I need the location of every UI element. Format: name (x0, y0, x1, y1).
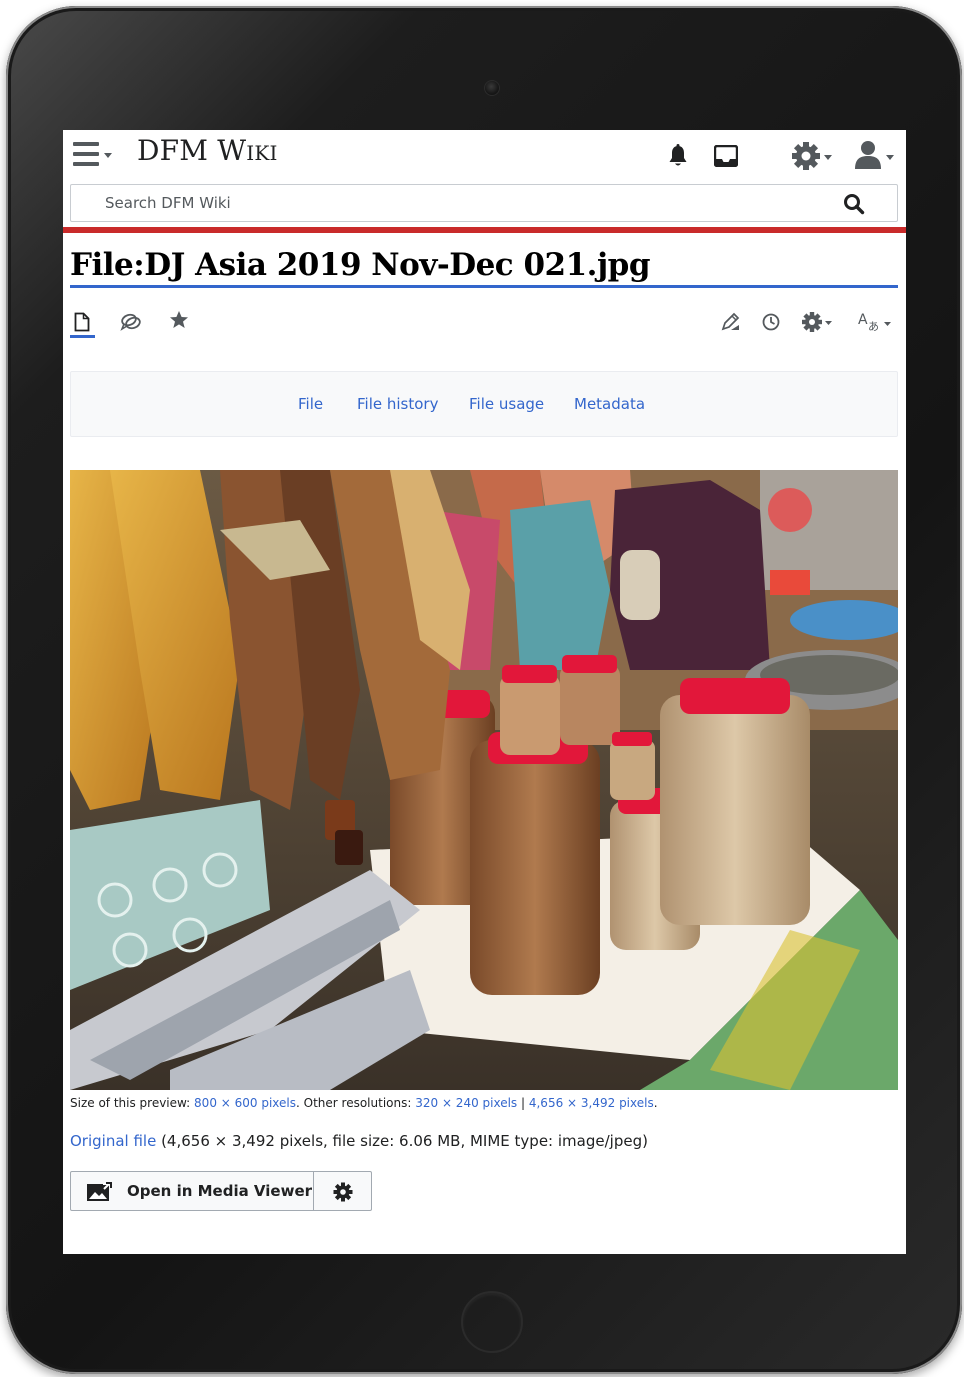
resolution-link-full[interactable]: 4,656 × 3,492 pixels (529, 1096, 654, 1110)
preview-size-line: Size of this preview: 800 × 600 pixels. … (70, 1096, 658, 1110)
header-divider (63, 227, 906, 233)
open-media-viewer-button[interactable]: Open in Media Viewer (70, 1171, 314, 1211)
article-tab-indicator (70, 335, 95, 338)
original-file-link[interactable]: Original file (70, 1132, 156, 1150)
tab-file-usage[interactable]: File usage (469, 395, 544, 413)
site-header: DFM Wiki (63, 130, 906, 182)
file-section-tabs: File File history File usage Metadata (70, 371, 898, 437)
talk-icon[interactable] (120, 312, 142, 336)
file-preview-image[interactable] (70, 470, 898, 1090)
bell-icon[interactable] (667, 144, 689, 172)
title-underline (70, 285, 898, 288)
svg-text:A: A (858, 312, 868, 328)
search-input[interactable] (72, 186, 832, 220)
original-file-line: Original file (4,656 × 3,492 pixels, fil… (70, 1132, 648, 1150)
tab-metadata[interactable]: Metadata (574, 395, 645, 413)
settings-icon[interactable] (791, 141, 835, 175)
screen: DFM Wiki Search DFM Wiki File:DJ Asia 20… (63, 130, 906, 1254)
user-icon[interactable] (854, 139, 898, 175)
open-media-viewer-label: Open in Media Viewer (127, 1182, 313, 1200)
tools-icon[interactable] (801, 310, 835, 338)
media-viewer-settings-button[interactable] (313, 1171, 372, 1211)
home-button[interactable] (461, 1291, 523, 1353)
menu-icon[interactable] (73, 140, 115, 170)
watch-star-icon[interactable] (169, 310, 189, 334)
original-file-details: (4,656 × 3,492 pixels, file size: 6.06 M… (156, 1132, 648, 1150)
image-icon (86, 1182, 112, 1206)
article-icon[interactable] (74, 312, 90, 336)
tray-icon[interactable] (713, 144, 739, 171)
preview-size-link[interactable]: 800 × 600 pixels (194, 1096, 296, 1110)
svg-text:あ: あ (868, 320, 879, 333)
history-icon[interactable] (761, 312, 781, 336)
page-title: File:DJ Asia 2019 Nov-Dec 021.jpg (70, 247, 651, 283)
edit-icon[interactable] (720, 311, 742, 337)
resolution-link-small[interactable]: 320 × 240 pixels (415, 1096, 517, 1110)
gear-icon (333, 1182, 353, 1206)
search-icon[interactable] (843, 193, 865, 215)
tab-file-history[interactable]: File history (357, 395, 438, 413)
language-icon[interactable]: A あ (857, 310, 895, 338)
tab-file[interactable]: File (298, 395, 323, 413)
search-box (70, 184, 898, 222)
site-title[interactable]: DFM Wiki (137, 134, 278, 167)
camera-icon (484, 80, 500, 96)
